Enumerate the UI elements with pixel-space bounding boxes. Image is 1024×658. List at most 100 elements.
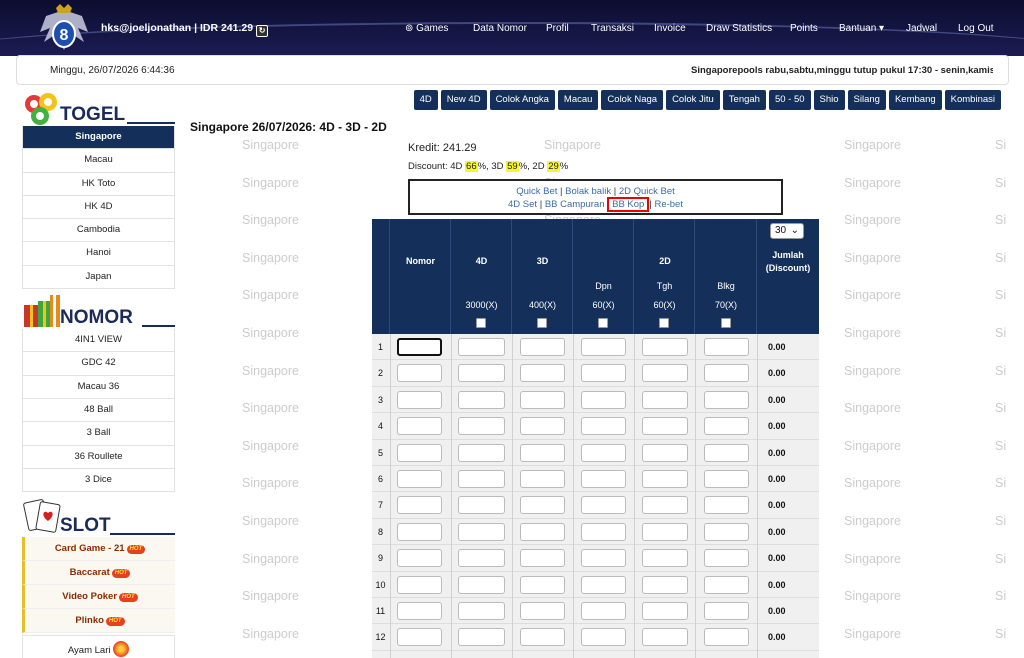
bet-type-tengah[interactable]: Tengah [722, 90, 766, 110]
tgh-input[interactable] [642, 522, 688, 541]
bet-type-shio[interactable]: Shio [813, 90, 845, 110]
dpn-input[interactable] [581, 496, 626, 515]
blkg-input[interactable] [704, 338, 749, 356]
bet-type-50-50[interactable]: 50 - 50 [768, 90, 811, 110]
sidebar-item-baccarat[interactable]: Baccarat HOT [22, 561, 175, 586]
dpn-input[interactable] [581, 522, 626, 541]
nav-profil[interactable]: Profil [546, 23, 569, 34]
link-4d-set[interactable]: 4D Set [508, 199, 537, 210]
4d-input[interactable] [458, 364, 505, 383]
nomor-input[interactable] [397, 364, 442, 383]
sidebar-item-japan[interactable]: Japan [22, 265, 175, 290]
select-all-dpn-checkbox[interactable] [598, 318, 608, 328]
dpn-input[interactable] [581, 602, 626, 620]
4d-input[interactable] [458, 443, 505, 462]
link-bb-kop[interactable]: BB Kop [607, 197, 650, 212]
4d-input[interactable] [458, 575, 505, 594]
bet-type-4d[interactable]: 4D [413, 90, 438, 110]
blkg-input[interactable] [704, 522, 749, 541]
sidebar-item-macau-36[interactable]: Macau 36 [22, 375, 175, 399]
blkg-input[interactable] [704, 496, 749, 515]
tgh-input[interactable] [642, 602, 688, 620]
tgh-input[interactable] [642, 338, 688, 356]
sidebar-item-48-ball[interactable]: 48 Ball [22, 398, 175, 423]
tgh-input[interactable] [642, 417, 688, 436]
4d-input[interactable] [458, 417, 505, 436]
dpn-input[interactable] [581, 628, 626, 647]
blkg-input[interactable] [704, 549, 749, 568]
link-bb-campuran[interactable]: BB Campuran [545, 199, 605, 210]
dpn-input[interactable] [581, 390, 626, 409]
sidebar-item-ayam-lari[interactable]: Ayam Lari [22, 635, 175, 658]
nav-bantuan[interactable]: Bantuan ▾ [839, 23, 884, 34]
3d-input[interactable] [520, 628, 565, 647]
dpn-input[interactable] [581, 443, 626, 462]
bet-type-silang[interactable]: Silang [847, 90, 886, 110]
nomor-input[interactable] [397, 628, 442, 647]
3d-input[interactable] [520, 338, 565, 356]
rows-count-select[interactable]: 30 ⌄ [770, 223, 804, 239]
blkg-input[interactable] [704, 628, 749, 647]
3d-input[interactable] [520, 364, 565, 383]
sidebar-item-gdc-42[interactable]: GDC 42 [22, 352, 175, 376]
select-all-tgh-checkbox[interactable] [659, 318, 669, 328]
blkg-input[interactable] [704, 390, 749, 409]
4d-input[interactable] [458, 628, 505, 647]
tgh-input[interactable] [642, 496, 688, 515]
nav-games[interactable]: ⊚ Games [405, 23, 448, 34]
bet-type-colok-jitu[interactable]: Colok Jitu [666, 90, 720, 110]
bet-type-colok-naga[interactable]: Colok Naga [601, 90, 664, 110]
tgh-input[interactable] [642, 628, 688, 647]
bet-type-kombinasi[interactable]: Kombinasi [944, 90, 1001, 110]
3d-input[interactable] [520, 390, 565, 409]
select-all-3d-checkbox[interactable] [537, 318, 547, 328]
sidebar-item-4in1-view[interactable]: 4IN1 VIEW [22, 329, 175, 353]
nomor-input[interactable] [397, 417, 442, 436]
3d-input[interactable] [520, 470, 565, 488]
3d-input[interactable] [520, 496, 565, 515]
bet-type-colok-angka[interactable]: Colok Angka [489, 90, 555, 110]
nav-jadwal[interactable]: Jadwal [906, 23, 937, 34]
refresh-balance-icon[interactable]: ↻ [256, 25, 269, 37]
sidebar-item-3-dice[interactable]: 3 Dice [22, 468, 175, 493]
bet-type-new-4d[interactable]: New 4D [440, 90, 487, 110]
3d-input[interactable] [520, 602, 565, 620]
dpn-input[interactable] [581, 338, 626, 356]
nav-transaksi[interactable]: Transaksi [591, 23, 634, 34]
nomor-input[interactable] [397, 443, 442, 462]
bet-type-kembang[interactable]: Kembang [888, 90, 942, 110]
4d-input[interactable] [458, 602, 505, 620]
link-re-bet[interactable]: Re-bet [654, 199, 683, 210]
blkg-input[interactable] [704, 470, 749, 488]
3d-input[interactable] [520, 522, 565, 541]
nomor-input[interactable] [397, 602, 442, 620]
sidebar-item-hk-toto[interactable]: HK Toto [22, 172, 175, 196]
nomor-input[interactable] [397, 338, 442, 356]
nomor-input[interactable] [397, 470, 442, 488]
3d-input[interactable] [520, 575, 565, 594]
link-2d-quick-bet[interactable]: 2D Quick Bet [619, 186, 675, 197]
blkg-input[interactable] [704, 417, 749, 436]
tgh-input[interactable] [642, 575, 688, 594]
select-all-blkg-checkbox[interactable] [721, 318, 731, 328]
4d-input[interactable] [458, 549, 505, 568]
sidebar-item-hanoi[interactable]: Hanoi [22, 242, 175, 266]
link-bolak-balik[interactable]: Bolak balik [565, 186, 611, 197]
tgh-input[interactable] [642, 443, 688, 462]
nomor-input[interactable] [397, 522, 442, 541]
tgh-input[interactable] [642, 470, 688, 488]
dpn-input[interactable] [581, 417, 626, 436]
link-quick-bet[interactable]: Quick Bet [516, 186, 557, 197]
sidebar-item-video-poker[interactable]: Video Poker HOT [22, 585, 175, 610]
tgh-input[interactable] [642, 549, 688, 568]
sidebar-item-36-roullete[interactable]: 36 Roullete [22, 445, 175, 469]
4d-input[interactable] [458, 470, 505, 488]
nomor-input[interactable] [397, 496, 442, 515]
dpn-input[interactable] [581, 470, 626, 488]
nav-data-nomor[interactable]: Data Nomor [473, 23, 527, 34]
tgh-input[interactable] [642, 390, 688, 409]
blkg-input[interactable] [704, 364, 749, 383]
dpn-input[interactable] [581, 549, 626, 568]
sidebar-item-cambodia[interactable]: Cambodia [22, 219, 175, 243]
nomor-input[interactable] [397, 549, 442, 568]
